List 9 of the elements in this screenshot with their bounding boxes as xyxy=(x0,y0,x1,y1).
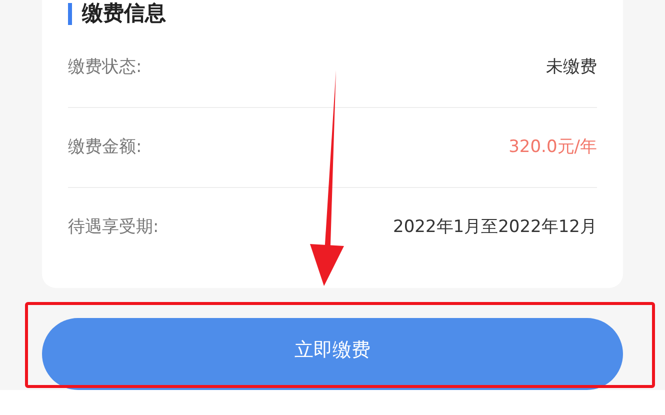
row-value: 320.0元/年 xyxy=(508,136,597,159)
accent-bar xyxy=(68,3,72,25)
pay-button[interactable]: 立即缴费 xyxy=(42,318,623,390)
section-title: 缴费信息 xyxy=(82,0,166,28)
row-label: 待遇享受期: xyxy=(68,216,159,240)
row-label: 缴费金额: xyxy=(68,136,142,159)
row-value: 未缴费 xyxy=(546,56,597,79)
row-value: 2022年1月至2022年12月 xyxy=(393,216,597,240)
row-label: 缴费状态: xyxy=(68,56,142,79)
